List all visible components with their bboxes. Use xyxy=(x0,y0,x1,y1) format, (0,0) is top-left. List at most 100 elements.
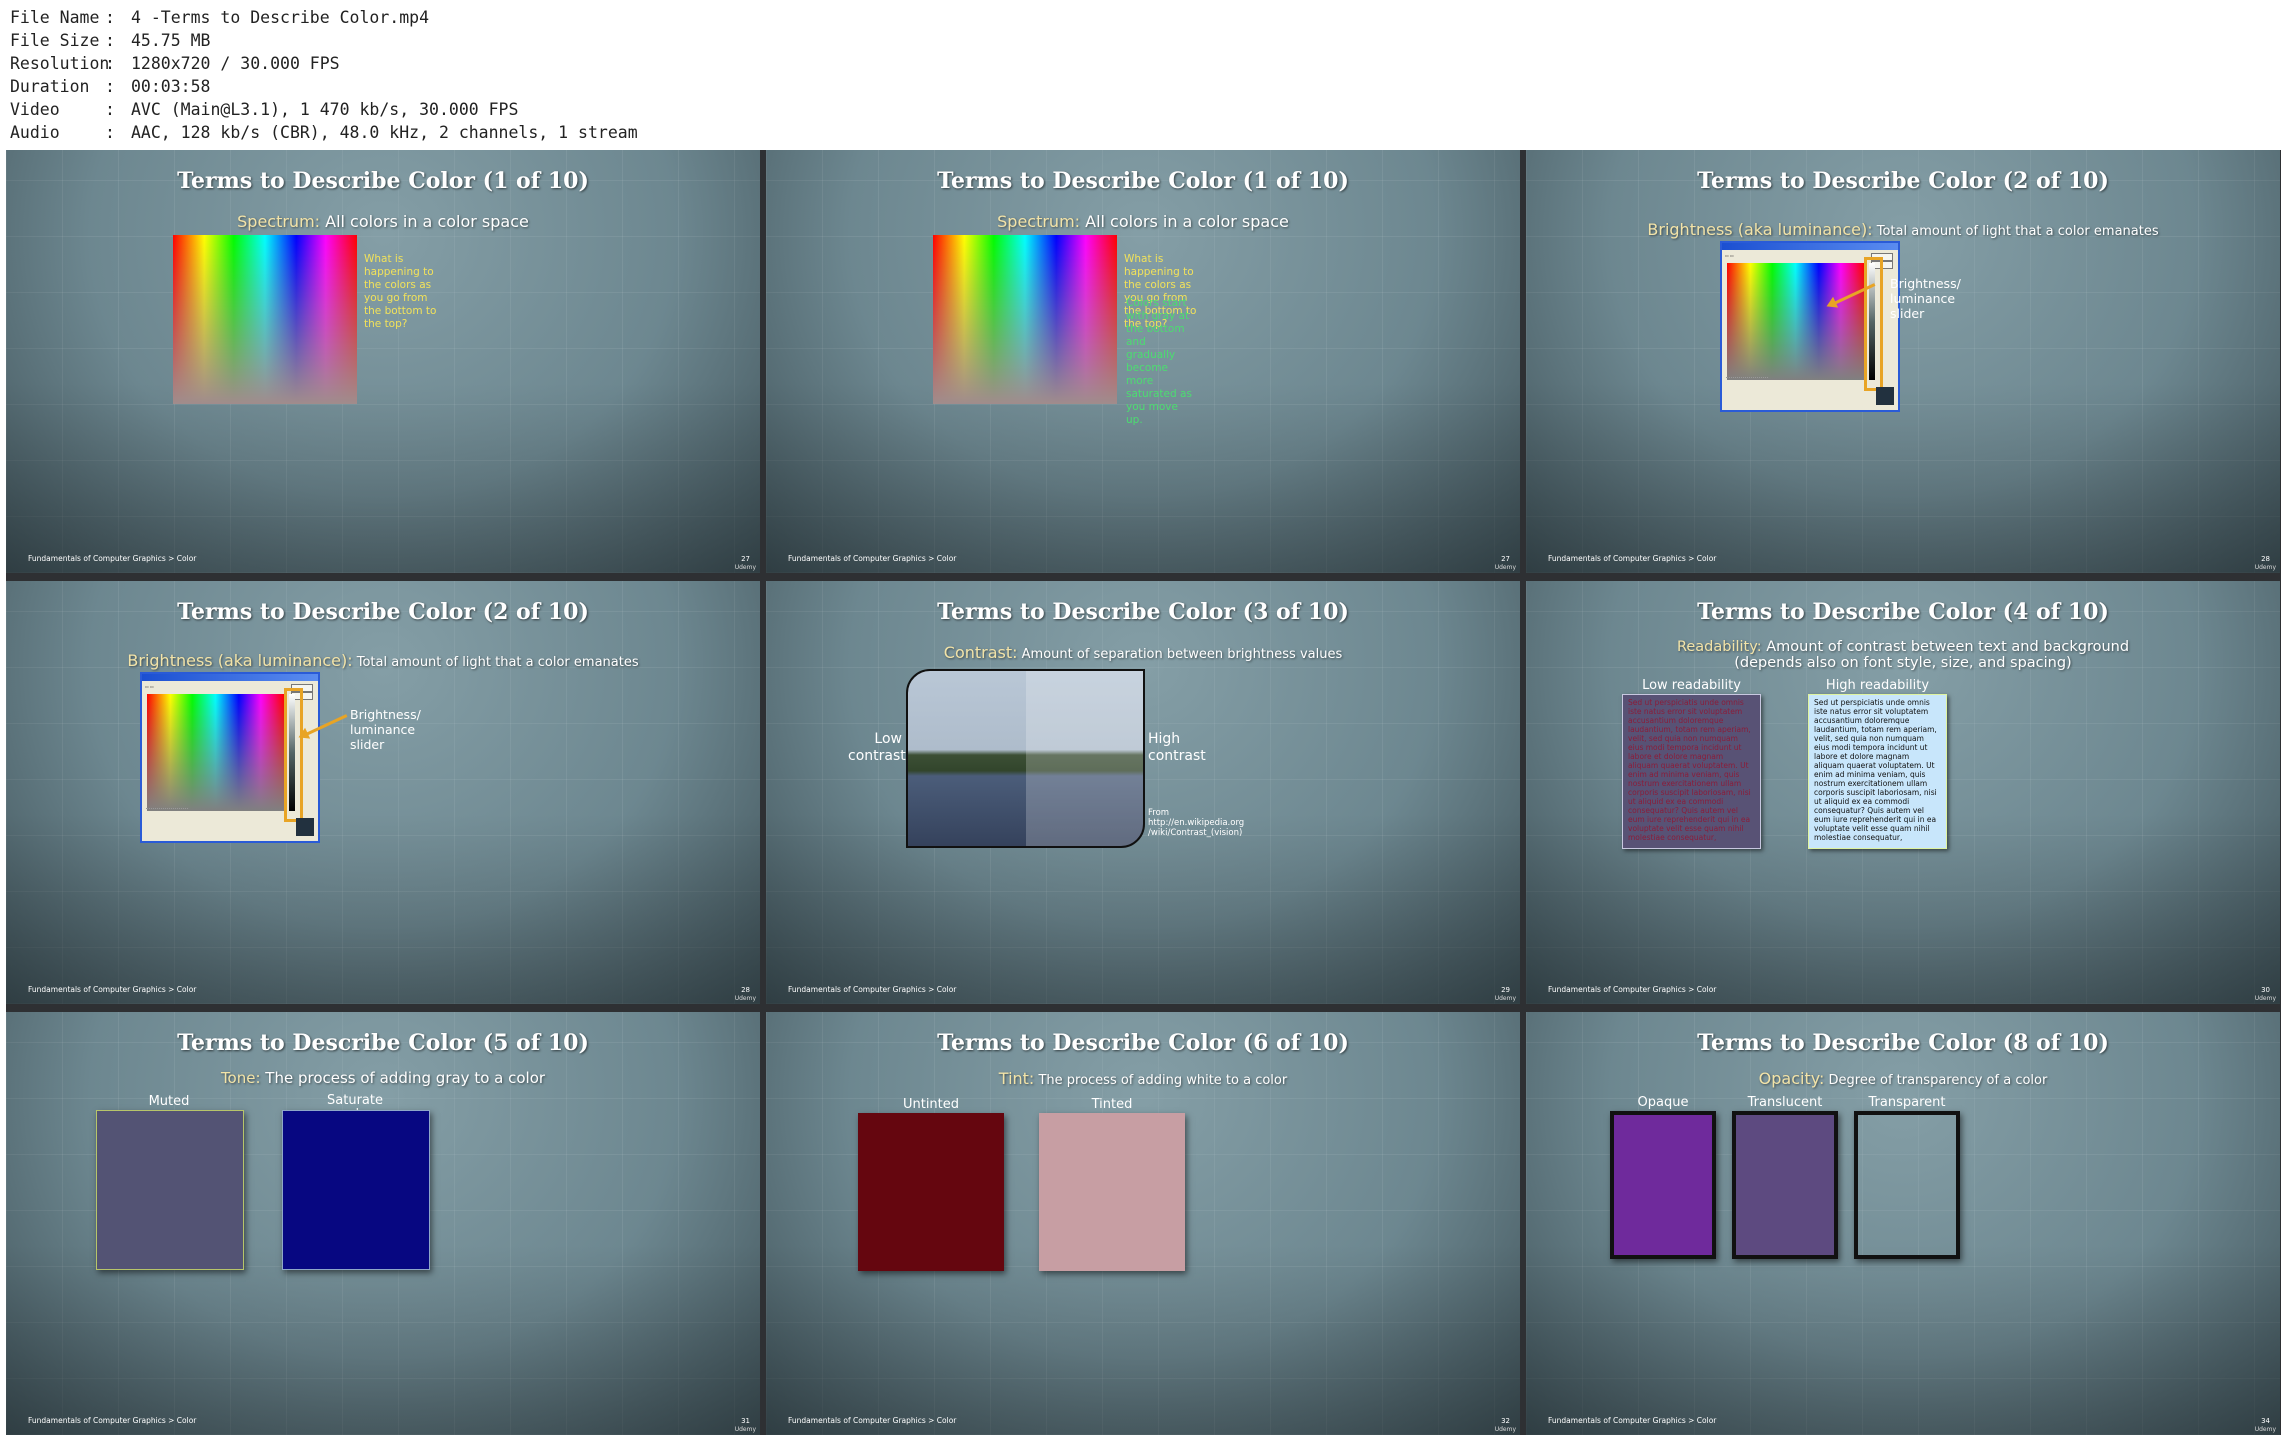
saturated-swatch xyxy=(282,1110,430,1270)
page-number: 32 xyxy=(1501,1417,1510,1425)
brand-logo: Udemy xyxy=(734,564,756,571)
slide-thumbnail-5[interactable]: Terms to Describe Color (3 of 10) Contra… xyxy=(766,581,1520,1004)
page-number: 27 xyxy=(741,555,750,563)
slide-subtitle: Tint: The process of adding white to a c… xyxy=(766,1069,1520,1088)
slide-subtitle: Contrast: Amount of separation between b… xyxy=(766,643,1520,662)
dialog-value-fields xyxy=(1726,377,1768,406)
file-info-key: File Name xyxy=(10,8,100,27)
term-label: Tint: xyxy=(998,1069,1035,1088)
slide-title: Terms to Describe Color (8 of 10) xyxy=(1697,1030,2109,1056)
contrast-overlay xyxy=(1025,671,1143,846)
file-info-key: Audio xyxy=(10,123,60,142)
slide-footer: Fundamentals of Computer Graphics > Colo… xyxy=(28,554,197,563)
color-picker-dialog: ▭ ▭ xyxy=(1720,241,1900,412)
file-info-value: 1280x720 / 30.000 FPS xyxy=(131,54,340,73)
slide-footer: Fundamentals of Computer Graphics > Colo… xyxy=(28,985,197,994)
brand-logo: Udemy xyxy=(2254,995,2276,1002)
translucent-swatch xyxy=(1732,1111,1838,1259)
slide-thumbnail-2[interactable]: Terms to Describe Color (1 of 10) Spectr… xyxy=(766,150,1520,573)
color-field xyxy=(1727,263,1864,380)
low-readability-label: Low readability xyxy=(1642,678,1741,693)
color-spectrum xyxy=(173,235,357,404)
page-number: 34 xyxy=(2261,1417,2270,1425)
file-info-separator: : xyxy=(105,31,115,50)
term-description: All colors in a color space xyxy=(1080,212,1289,231)
slide-title: Terms to Describe Color (5 of 10) xyxy=(177,1030,589,1056)
slide-footer: Fundamentals of Computer Graphics > Colo… xyxy=(1548,985,1717,994)
tinted-swatch xyxy=(1039,1113,1185,1271)
term-description: Total amount of light that a color emana… xyxy=(1872,224,2159,239)
brand-logo: Udemy xyxy=(1494,564,1516,571)
term-label: Readability: xyxy=(1676,639,1762,655)
page-number: 28 xyxy=(741,986,750,994)
term-label: Brightness (aka luminance): xyxy=(127,651,353,670)
term-label: Contrast: xyxy=(943,643,1018,662)
file-info-key: Duration xyxy=(10,77,90,96)
slide-thumbnail-7[interactable]: Terms to Describe Color (5 of 10) Tone: … xyxy=(6,1012,760,1435)
term-label: Tone: xyxy=(220,1069,261,1087)
color-picker-dialog: ▭ ▭ xyxy=(140,672,320,843)
page-number: 29 xyxy=(1501,986,1510,994)
slide-title: Terms to Describe Color (2 of 10) xyxy=(177,599,589,625)
slide-title: Terms to Describe Color (6 of 10) xyxy=(937,1030,1349,1056)
callout-label: Brightness/ luminance slider xyxy=(350,707,421,752)
page-number: 27 xyxy=(1501,555,1510,563)
slide-thumbnail-8[interactable]: Terms to Describe Color (6 of 10) Tint: … xyxy=(766,1012,1520,1435)
slide-subtitle: Brightness (aka luminance): Total amount… xyxy=(1526,220,2280,239)
file-info-value: 4 -Terms to Describe Color.mp4 xyxy=(131,8,430,27)
dialog-tabs: ▭ ▭ xyxy=(1725,253,1734,258)
muted-label: Muted xyxy=(148,1094,190,1109)
page-number: 31 xyxy=(741,1417,750,1425)
muted-swatch xyxy=(96,1110,244,1270)
slide-footer: Fundamentals of Computer Graphics > Colo… xyxy=(1548,554,1717,563)
term-description: Total amount of light that a color emana… xyxy=(352,655,639,670)
translucent-label: Translucent xyxy=(1747,1095,1823,1110)
term-label: Brightness (aka luminance): xyxy=(1647,220,1873,239)
slide-title: Terms to Describe Color (4 of 10) xyxy=(1697,599,2109,625)
slide-subtitle: Readability: Amount of contrast between … xyxy=(1646,639,2160,671)
term-description: The process of adding gray to a color xyxy=(260,1069,546,1087)
slide-footer: Fundamentals of Computer Graphics > Colo… xyxy=(28,1416,197,1425)
slide-footer: Fundamentals of Computer Graphics > Colo… xyxy=(1548,1416,1717,1425)
low-contrast-label: Low contrast xyxy=(848,731,906,764)
opaque-swatch xyxy=(1610,1111,1716,1259)
high-readability-sample: Sed ut perspiciatis unde omnis iste natu… xyxy=(1808,694,1947,849)
file-info-row: Audio: AAC, 128 kb/s (CBR), 48.0 kHz, 2 c… xyxy=(10,121,638,144)
page-number: 28 xyxy=(2261,555,2270,563)
file-info-separator: : xyxy=(105,54,115,73)
untinted-label: Untinted xyxy=(902,1097,960,1112)
slide-thumbnail-6[interactable]: Terms to Describe Color (4 of 10) Readab… xyxy=(1526,581,2280,1004)
file-info-row: Resolution: 1280x720 / 30.000 FPS xyxy=(10,52,638,75)
slide-title: Terms to Describe Color (3 of 10) xyxy=(937,599,1349,625)
slide-subtitle: Spectrum: All colors in a color space xyxy=(6,212,760,231)
slider-highlight xyxy=(1864,257,1883,391)
slide-thumbnail-4[interactable]: Terms to Describe Color (2 of 10) Bright… xyxy=(6,581,760,1004)
dialog-titlebar xyxy=(1722,243,1898,250)
slide-subtitle: Spectrum: All colors in a color space xyxy=(766,212,1520,231)
file-info-separator: : xyxy=(105,123,115,142)
thumbnail-grid: Terms to Describe Color (1 of 10) Spectr… xyxy=(6,150,2281,1435)
slide-title: Terms to Describe Color (1 of 10) xyxy=(937,168,1349,194)
slide-thumbnail-1[interactable]: Terms to Describe Color (1 of 10) Spectr… xyxy=(6,150,760,573)
answer-text: Colors start with gray at the bottom and… xyxy=(1126,297,1192,426)
lake-photo xyxy=(906,669,1145,848)
slide-footer: Fundamentals of Computer Graphics > Colo… xyxy=(788,1416,957,1425)
slide-thumbnail-9[interactable]: Terms to Describe Color (8 of 10) Opacit… xyxy=(1526,1012,2280,1435)
current-color-swatch xyxy=(296,818,314,836)
slide-thumbnail-3[interactable]: Terms to Describe Color (2 of 10) Bright… xyxy=(1526,150,2280,573)
opaque-label: Opaque xyxy=(1637,1095,1689,1110)
brand-logo: Udemy xyxy=(1494,995,1516,1002)
term-label: Opacity: xyxy=(1758,1069,1825,1088)
brand-logo: Udemy xyxy=(2254,1426,2276,1433)
tinted-label: Tinted xyxy=(1091,1097,1133,1112)
current-color-swatch xyxy=(1876,387,1894,405)
file-info-value: AAC, 128 kb/s (CBR), 48.0 kHz, 2 channel… xyxy=(131,123,638,142)
low-readability-sample: Sed ut perspiciatis unde omnis iste natu… xyxy=(1622,694,1761,849)
term-description: Amount of separation between brightness … xyxy=(1017,647,1343,662)
dialog-value-fields xyxy=(146,808,188,837)
file-info-value: AVC (Main@L3.1), 1 470 kb/s, 30.000 FPS xyxy=(131,100,519,119)
color-spectrum xyxy=(933,235,1117,404)
term-description: The process of adding white to a color xyxy=(1034,1073,1288,1088)
callout-label: Brightness/ luminance slider xyxy=(1890,276,1961,321)
untinted-swatch xyxy=(858,1113,1004,1271)
